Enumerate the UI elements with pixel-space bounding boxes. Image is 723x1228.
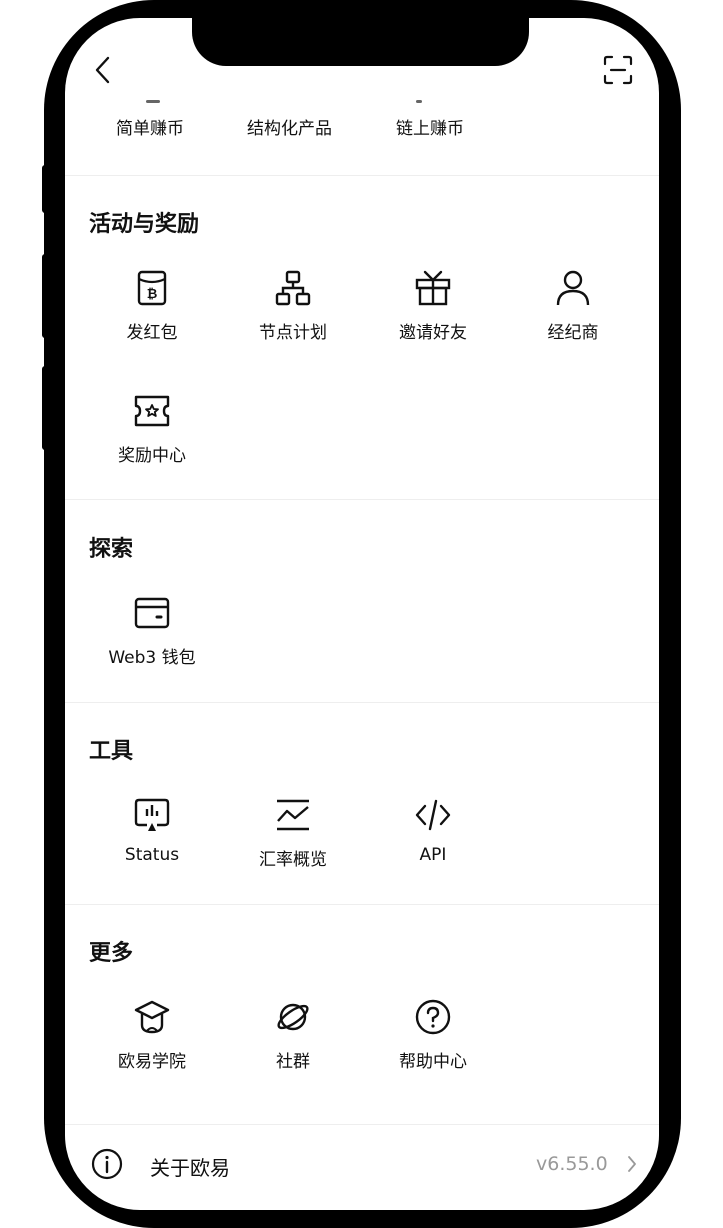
item-exchange-rates[interactable]: 汇率概览	[233, 797, 353, 877]
item-label: 节点计划	[259, 323, 327, 343]
item-status[interactable]: Status	[92, 797, 212, 877]
item-label: 帮助中心	[399, 1052, 467, 1072]
divider	[65, 904, 659, 905]
divider	[65, 1124, 659, 1125]
chart-line-icon	[277, 799, 309, 831]
wallet-icon	[134, 597, 170, 629]
item-label: API	[419, 845, 447, 865]
onchain-earn-label[interactable]: 链上赚币	[396, 114, 464, 139]
structured-products-label[interactable]: 结构化产品	[247, 114, 332, 139]
section-title-explore: 探索	[89, 537, 134, 562]
item-web3-wallet[interactable]: Web3 钱包	[92, 595, 212, 675]
item-node-plan[interactable]: 节点计划	[233, 270, 353, 350]
planet-icon	[277, 1003, 309, 1031]
item-label: Web3 钱包	[108, 648, 196, 668]
item-label: Status	[124, 845, 180, 865]
cut-icon-fragment	[146, 100, 160, 103]
side-button-mute	[42, 165, 48, 213]
status-monitor-icon	[134, 798, 170, 831]
svg-text:₿: ₿	[147, 287, 158, 302]
code-icon	[415, 799, 451, 831]
app-version: v6.55.0	[536, 1153, 608, 1175]
side-button-power	[675, 290, 681, 430]
chevron-right-icon[interactable]	[627, 1155, 637, 1173]
item-api[interactable]: API	[373, 797, 493, 877]
divider	[65, 499, 659, 500]
item-label: 欧易学院	[118, 1052, 186, 1072]
item-label: 奖励中心	[118, 446, 186, 466]
notch	[192, 0, 529, 66]
divider	[65, 175, 659, 176]
scan-icon[interactable]	[602, 54, 634, 86]
graduation-cap-icon	[134, 1000, 170, 1034]
item-invite-friends[interactable]: 邀请好友	[373, 270, 493, 350]
item-label: 邀请好友	[399, 323, 467, 343]
item-broker[interactable]: 经纪商	[513, 270, 633, 350]
item-label: 经纪商	[547, 323, 599, 343]
section-title-more: 更多	[89, 941, 134, 966]
item-label: 社群	[276, 1052, 310, 1072]
user-icon	[556, 270, 590, 306]
help-circle-icon	[415, 999, 451, 1035]
simple-earn-label[interactable]: 简单赚币	[116, 114, 184, 139]
item-label: 汇率概览	[259, 850, 327, 870]
item-community[interactable]: 社群	[233, 999, 353, 1079]
red-packet-icon: ₿	[137, 270, 167, 306]
item-academy[interactable]: 欧易学院	[92, 999, 212, 1079]
item-label: 发红包	[126, 323, 178, 343]
item-help-center[interactable]: 帮助中心	[373, 999, 493, 1079]
section-title-tools: 工具	[89, 739, 134, 764]
about-okx-label[interactable]: 关于欧易	[150, 1152, 230, 1181]
side-button-volume-up	[42, 254, 48, 338]
info-icon	[91, 1148, 123, 1180]
back-chevron-icon[interactable]	[94, 56, 112, 84]
item-red-packet[interactable]: ₿ 发红包	[92, 270, 212, 350]
ticket-icon	[134, 395, 170, 427]
item-reward-center[interactable]: 奖励中心	[92, 393, 212, 473]
gift-icon	[415, 270, 451, 306]
cut-icon-fragment	[416, 100, 422, 103]
section-title-rewards: 活动与奖励	[89, 212, 200, 237]
side-button-volume-down	[42, 366, 48, 450]
divider	[65, 702, 659, 703]
hierarchy-icon	[275, 270, 311, 306]
